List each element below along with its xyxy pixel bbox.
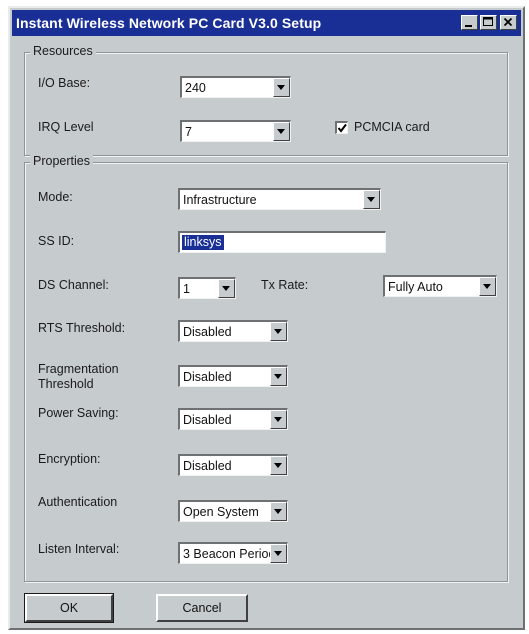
chevron-down-icon xyxy=(277,129,285,134)
tx-rate-value: Fully Auto xyxy=(388,280,443,294)
fragmentation-threshold-value: Disabled xyxy=(183,370,232,384)
ssid-label: SS ID: xyxy=(38,234,75,248)
chevron-down-icon xyxy=(274,551,282,556)
ds-channel-value: 1 xyxy=(183,282,190,296)
io-base-dropdown-button[interactable] xyxy=(273,78,290,97)
power-saving-dropdown-button[interactable] xyxy=(270,410,287,429)
ssid-value: linksys xyxy=(182,235,224,250)
irq-level-value: 7 xyxy=(185,125,192,139)
power-saving-label: Power Saving: xyxy=(38,406,119,420)
ds-channel-dropdown-button[interactable] xyxy=(218,279,235,298)
chevron-down-icon xyxy=(222,286,230,291)
chevron-down-icon xyxy=(367,197,375,202)
chevron-down-icon xyxy=(483,284,491,289)
properties-group-label: Properties xyxy=(30,154,93,168)
encryption-label: Encryption: xyxy=(38,452,101,466)
chevron-down-icon xyxy=(274,329,282,334)
rts-threshold-select[interactable]: Disabled xyxy=(178,320,288,342)
chevron-down-icon xyxy=(274,374,282,379)
pcmcia-card-label: PCMCIA card xyxy=(354,120,430,134)
rts-threshold-dropdown-button[interactable] xyxy=(270,322,287,341)
io-base-value: 240 xyxy=(185,81,206,95)
fragmentation-threshold-select[interactable]: Disabled xyxy=(178,365,288,387)
power-saving-value: Disabled xyxy=(183,413,232,427)
checkmark-icon xyxy=(337,123,347,133)
ds-channel-label: DS Channel: xyxy=(38,278,109,292)
tx-rate-select[interactable]: Fully Auto xyxy=(383,275,497,297)
fragmentation-threshold-label-line1: Fragmentation xyxy=(38,362,119,376)
listen-interval-value: 3 Beacon Period xyxy=(183,547,276,561)
chevron-down-icon xyxy=(274,509,282,514)
tx-rate-label: Tx Rate: xyxy=(261,278,309,292)
maximize-icon xyxy=(483,17,493,26)
authentication-label: Authentication xyxy=(38,495,118,509)
irq-level-select[interactable]: 7 xyxy=(180,120,291,142)
encryption-value: Disabled xyxy=(183,459,232,473)
mode-dropdown-button[interactable] xyxy=(363,190,380,209)
minimize-button[interactable] xyxy=(461,15,478,30)
fragmentation-threshold-dropdown-button[interactable] xyxy=(270,367,287,386)
close-icon xyxy=(503,17,513,27)
rts-threshold-value: Disabled xyxy=(183,325,232,339)
pcmcia-card-checkbox[interactable] xyxy=(335,121,348,134)
power-saving-select[interactable]: Disabled xyxy=(178,408,288,430)
cancel-button[interactable]: Cancel xyxy=(156,594,248,622)
chevron-down-icon xyxy=(274,463,282,468)
listen-interval-dropdown-button[interactable] xyxy=(270,544,287,563)
fragmentation-threshold-label-line2: Threshold xyxy=(38,377,94,391)
encryption-select[interactable]: Disabled xyxy=(178,454,288,476)
io-base-label: I/O Base: xyxy=(38,76,91,90)
authentication-value: Open System xyxy=(183,505,259,519)
mode-value: Infrastructure xyxy=(183,193,257,207)
mode-select[interactable]: Infrastructure xyxy=(178,188,381,210)
ssid-input[interactable]: linksys xyxy=(178,231,386,253)
mode-label: Mode: xyxy=(38,190,73,204)
chevron-down-icon xyxy=(274,417,282,422)
ds-channel-select[interactable]: 1 xyxy=(178,277,236,299)
authentication-dropdown-button[interactable] xyxy=(270,502,287,521)
ok-button[interactable]: OK xyxy=(24,593,114,623)
title-bar[interactable]: Instant Wireless Network PC Card V3.0 Se… xyxy=(12,10,521,36)
listen-interval-select[interactable]: 3 Beacon Period xyxy=(178,542,288,564)
chevron-down-icon xyxy=(277,85,285,90)
tx-rate-dropdown-button[interactable] xyxy=(479,277,496,296)
irq-level-dropdown-button[interactable] xyxy=(273,122,290,141)
encryption-dropdown-button[interactable] xyxy=(270,456,287,475)
io-base-select[interactable]: 240 xyxy=(180,76,291,98)
irq-level-label: IRQ Level xyxy=(38,120,94,134)
setup-window: Instant Wireless Network PC Card V3.0 Se… xyxy=(8,6,525,630)
listen-interval-label: Listen Interval: xyxy=(38,542,120,556)
authentication-select[interactable]: Open System xyxy=(178,500,288,522)
resources-group-label: Resources xyxy=(30,44,96,58)
minimize-icon xyxy=(465,25,472,27)
maximize-button[interactable] xyxy=(480,15,497,30)
close-button[interactable] xyxy=(500,15,517,30)
window-title: Instant Wireless Network PC Card V3.0 Se… xyxy=(16,15,322,31)
rts-threshold-label: RTS Threshold: xyxy=(38,321,126,335)
